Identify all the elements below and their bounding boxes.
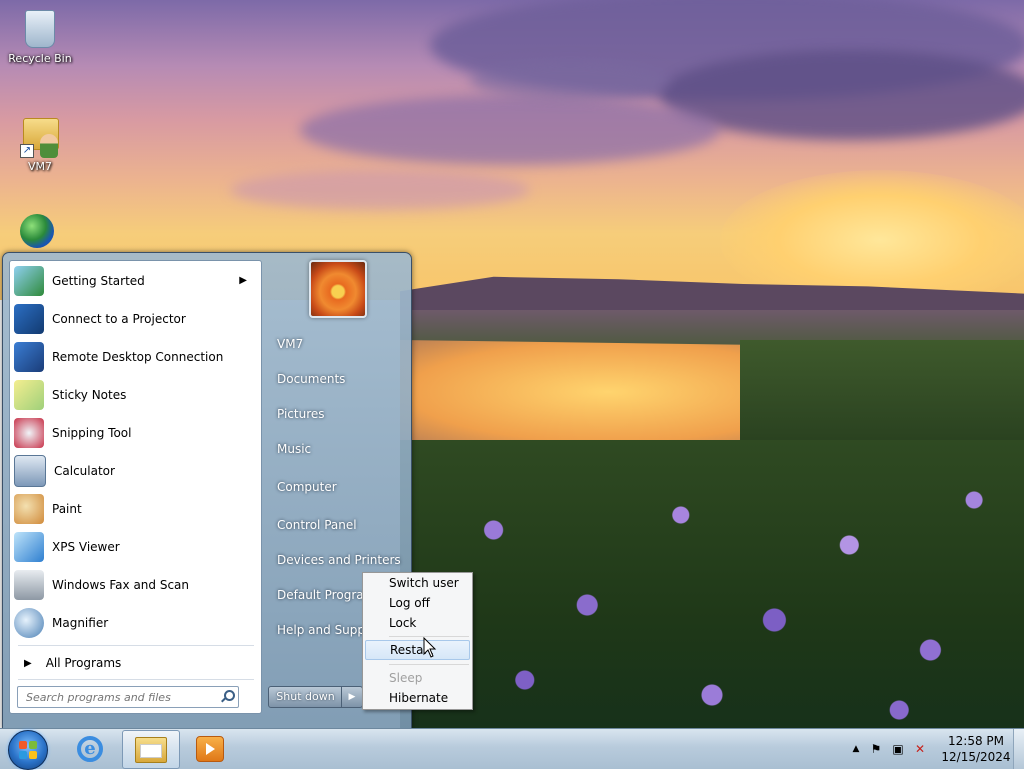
triangle-right-icon: ▶ [24,657,32,669]
xps-viewer-icon [14,532,44,562]
link-pictures[interactable]: Pictures [277,407,325,421]
program-label: Windows Fax and Scan [52,578,190,592]
program-getting-started[interactable]: Getting Started ▶ [14,263,257,299]
program-label: Getting Started [52,274,145,288]
network-icon[interactable]: ▣ [890,741,906,757]
calculator-icon [14,455,46,487]
program-sticky-notes[interactable]: Sticky Notes [14,377,257,413]
system-tray: ▲ ⚑ ▣ ✕ 12:58 PM 12/15/2024 [824,729,1024,769]
shutdown-options-button[interactable]: ▶ [341,686,363,708]
program-label: Calculator [54,464,115,478]
program-label: Sticky Notes [52,388,127,402]
menu-item-lock[interactable]: Lock [365,613,470,633]
desktop-icon-network[interactable] [0,212,76,256]
clock-date: 12/15/2024 [941,750,1011,764]
menu-item-restart[interactable]: Restart [365,640,470,660]
program-calculator[interactable]: Calculator [14,453,257,489]
link-devices-printers[interactable]: Devices and Printers [277,553,401,567]
clock-time: 12:58 PM [948,734,1004,748]
snipping-tool-icon [14,418,44,448]
menu-separator [389,664,469,665]
internet-explorer-icon: e [77,735,103,762]
program-fax-scan[interactable]: Windows Fax and Scan [14,567,257,603]
all-programs-label: All Programs [45,656,122,670]
menu-item-sleep: Sleep [389,671,423,685]
action-center-flag-icon[interactable]: ⚑ [868,741,884,757]
windows-explorer-icon [135,736,167,763]
triangle-right-icon: ▶ [348,692,356,702]
programs-pane: Getting Started ▶ Connect to a Projector… [9,260,262,714]
program-label: Magnifier [52,616,109,630]
program-xps-viewer[interactable]: XPS Viewer [14,529,257,565]
fax-scan-icon [14,570,44,600]
sticky-notes-icon [14,380,44,410]
taskbar-media-player[interactable] [182,730,238,767]
start-button[interactable] [8,730,48,770]
search-input[interactable] [24,689,218,705]
program-snipping-tool[interactable]: Snipping Tool [14,415,257,451]
programs-divider [18,645,254,646]
show-desktop-button[interactable] [1013,729,1024,769]
shutdown-button[interactable]: Shut down [268,686,343,708]
shutdown-options-menu: Switch user Log off Lock Restart Sleep H… [362,572,473,710]
magnifier-icon [14,608,44,638]
start-menu: Getting Started ▶ Connect to a Projector… [2,252,412,730]
network-globe-icon [18,214,58,254]
recycle-bin-icon [20,10,60,50]
desktop-icon-label: Recycle Bin [8,52,72,65]
user-avatar[interactable] [309,260,367,318]
taskbar-windows-explorer[interactable] [122,730,180,769]
submenu-arrow-icon: ▶ [239,275,247,286]
search-icon[interactable] [220,690,235,704]
media-player-icon [196,735,224,762]
program-connect-projector[interactable]: Connect to a Projector [14,301,257,337]
program-magnifier[interactable]: Magnifier [14,605,257,641]
program-label: XPS Viewer [52,540,120,554]
desktop-icon-label: VM7 [27,160,52,173]
program-label: Snipping Tool [52,426,132,440]
link-music[interactable]: Music [277,442,311,456]
program-label: Remote Desktop Connection [52,350,224,364]
remote-desktop-icon [14,342,44,372]
program-paint[interactable]: Paint [14,491,257,527]
link-control-panel[interactable]: Control Panel [277,518,357,532]
getting-started-icon [14,266,44,296]
user-folder-icon: ↗ [20,118,60,158]
menu-item-log-off[interactable]: Log off [365,593,470,613]
program-label: Connect to a Projector [52,312,186,326]
projector-icon [14,304,44,334]
program-label: Paint [52,502,82,516]
paint-icon [14,494,44,524]
link-documents[interactable]: Documents [277,372,345,386]
link-user-folder[interactable]: VM7 [277,337,303,351]
program-remote-desktop[interactable]: Remote Desktop Connection [14,339,257,375]
taskbar-internet-explorer[interactable]: e [62,730,118,767]
taskbar-clock[interactable]: 12:58 PM 12/15/2024 [934,733,1018,765]
show-hidden-icons-button[interactable]: ▲ [848,741,864,757]
desktop-icon-recycle-bin[interactable]: Recycle Bin [2,8,78,65]
link-computer[interactable]: Computer [277,480,337,494]
all-programs-button[interactable]: ▶ All Programs [14,650,257,676]
volume-muted-icon[interactable]: ✕ [912,741,928,757]
taskbar: e ▲ ⚑ ▣ ✕ 12:58 PM 12/15/2024 [0,728,1024,770]
desktop-icon-vm7[interactable]: ↗ VM7 [2,112,78,173]
menu-item-switch-user[interactable]: Switch user [365,573,470,593]
search-divider [18,679,254,680]
start-search-box[interactable] [17,686,239,708]
menu-item-hibernate[interactable]: Hibernate [365,688,470,708]
windows-logo-icon [19,741,37,759]
